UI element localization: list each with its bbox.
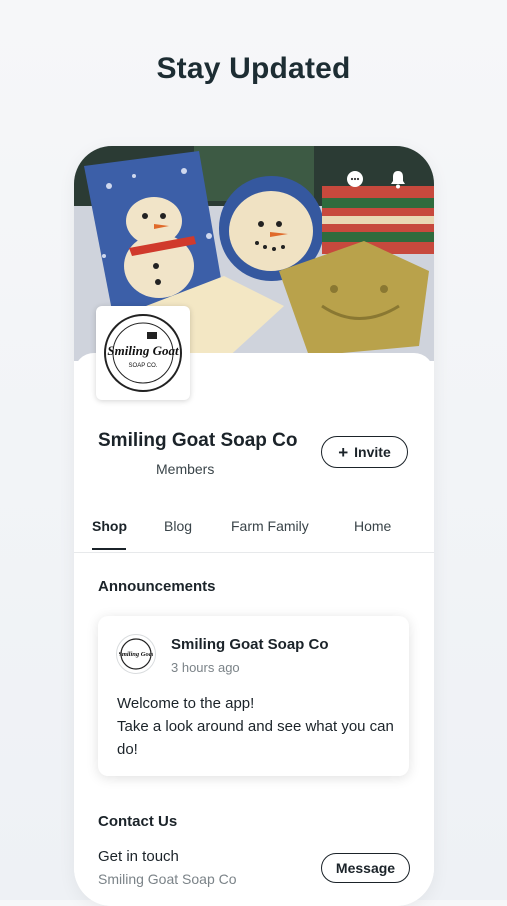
author-avatar: Smiling Goat (116, 634, 156, 674)
get-in-touch-label: Get in touch (98, 848, 179, 865)
announcement-text: Welcome to the app! Take a look around a… (117, 692, 402, 761)
contact-subtitle: Smiling Goat Soap Co (98, 871, 237, 887)
announcement-line-1: Welcome to the app! (117, 695, 255, 712)
contact-title: Contact Us (98, 813, 178, 830)
svg-text:Smiling Goat: Smiling Goat (119, 651, 153, 658)
tab-home[interactable]: Home (354, 518, 391, 534)
invite-button[interactable]: + Invite (321, 436, 408, 468)
tab-bar: Shop Blog Farm Family Home (74, 512, 434, 553)
announcement-card[interactable]: Smiling Goat Smiling Goat Soap Co 3 hour… (98, 616, 409, 776)
announcement-time: 3 hours ago (171, 660, 240, 675)
announcement-line-2: Take a look around and see what you can … (117, 718, 394, 758)
page-headline: Stay Updated (156, 52, 351, 85)
announcement-author: Smiling Goat Soap Co (171, 636, 329, 653)
tab-blog[interactable]: Blog (164, 518, 192, 534)
invite-label: Invite (354, 444, 391, 460)
svg-text:SOAP CO.: SOAP CO. (129, 363, 158, 369)
message-button[interactable]: Message (321, 853, 410, 883)
announcements-title: Announcements (98, 578, 216, 595)
site-name: Smiling Goat Soap Co (98, 430, 298, 451)
tab-farm-family[interactable]: Farm Family (231, 518, 309, 534)
site-logo: Smiling Goat SOAP CO. (96, 306, 190, 400)
bell-icon[interactable] (387, 168, 409, 190)
active-tab-indicator (92, 548, 126, 550)
phone-frame: Smiling Goat SOAP CO. Smiling Goat Soap … (74, 146, 434, 906)
plus-icon: + (338, 442, 349, 462)
tab-shop[interactable]: Shop (92, 518, 127, 534)
chat-bubble-icon[interactable] (344, 168, 366, 190)
members-label[interactable]: Members (156, 461, 214, 477)
svg-text:Smiling Goat: Smiling Goat (107, 343, 179, 358)
